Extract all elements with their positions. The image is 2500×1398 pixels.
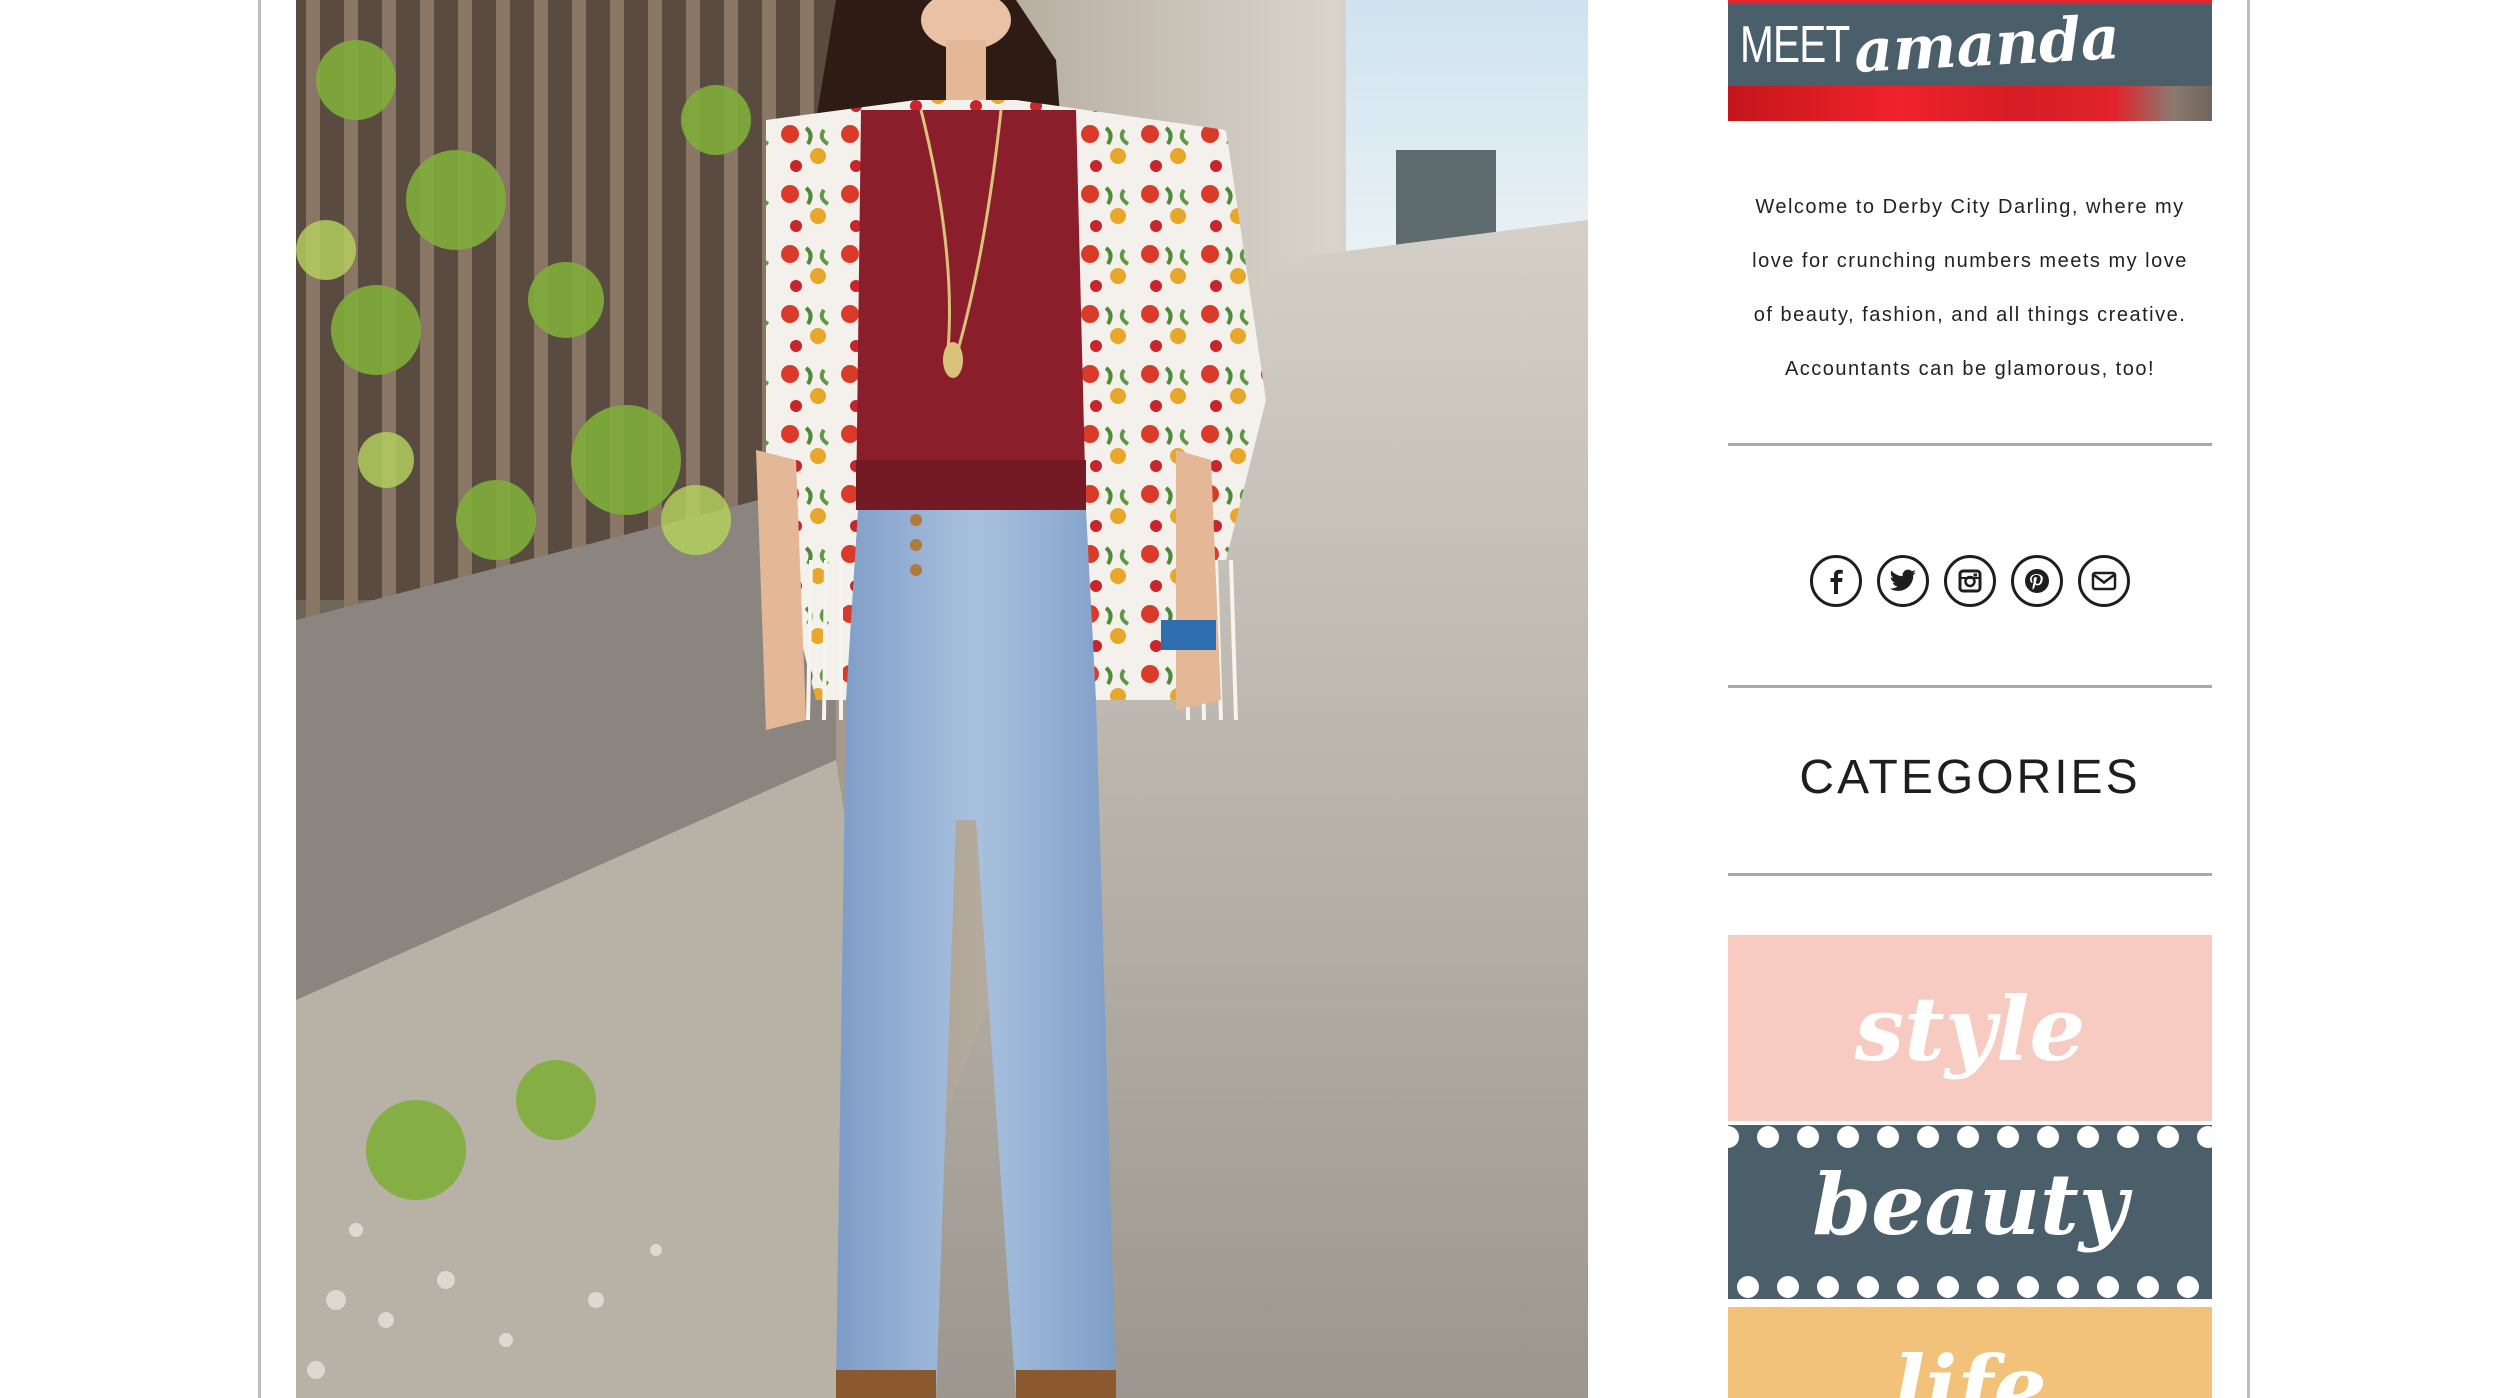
sidebar: MEET amanda Welcome to Derby City Darlin… bbox=[1728, 0, 2212, 1398]
category-label: life bbox=[1893, 1337, 2047, 1398]
meet-banner-photo-strip bbox=[1728, 86, 2212, 121]
category-label: style bbox=[1854, 977, 2086, 1081]
outfit-photo-illustration bbox=[296, 0, 1588, 1398]
welcome-text: Welcome to Derby City Darling, where my … bbox=[1728, 180, 2212, 396]
welcome-line: love for crunching numbers meets my love bbox=[1752, 250, 2188, 272]
sidebar-divider bbox=[1728, 685, 2212, 688]
meet-amanda-title-bar: MEET amanda bbox=[1728, 3, 2212, 87]
pinterest-link[interactable] bbox=[2011, 555, 2063, 607]
category-style[interactable]: style bbox=[1728, 935, 2212, 1121]
post-photo[interactable] bbox=[296, 0, 1588, 1398]
welcome-line: Accountants can be glamorous, too! bbox=[1784, 358, 2156, 380]
category-label: beauty bbox=[1812, 1155, 2128, 1254]
twitter-icon bbox=[1889, 569, 1916, 591]
category-life[interactable]: life bbox=[1728, 1307, 2212, 1398]
welcome-line: of beauty, fashion, and all things creat… bbox=[1753, 304, 2187, 326]
facebook-icon bbox=[1830, 569, 1843, 594]
meet-amanda-banner[interactable]: MEET amanda bbox=[1728, 0, 2212, 121]
sidebar-divider bbox=[1728, 443, 2212, 446]
sidebar-divider bbox=[1728, 873, 2212, 876]
welcome-line: Welcome to Derby City Darling, where my bbox=[1755, 196, 2185, 218]
category-beauty[interactable]: beauty bbox=[1728, 1125, 2212, 1299]
facebook-link[interactable] bbox=[1810, 555, 1862, 607]
email-link[interactable] bbox=[2078, 555, 2130, 607]
meet-prefix: MEET bbox=[1740, 16, 1850, 74]
page: MEET amanda Welcome to Derby City Darlin… bbox=[0, 0, 2500, 1398]
categories-heading: CATEGORIES bbox=[1799, 751, 2141, 804]
meet-name: amanda bbox=[1852, 3, 2122, 87]
instagram-icon bbox=[1958, 569, 1982, 593]
instagram-link[interactable] bbox=[1944, 555, 1996, 607]
twitter-link[interactable] bbox=[1877, 555, 1929, 607]
mail-icon bbox=[2091, 571, 2117, 591]
pinterest-icon bbox=[2025, 569, 2049, 593]
social-links bbox=[1728, 555, 2212, 611]
